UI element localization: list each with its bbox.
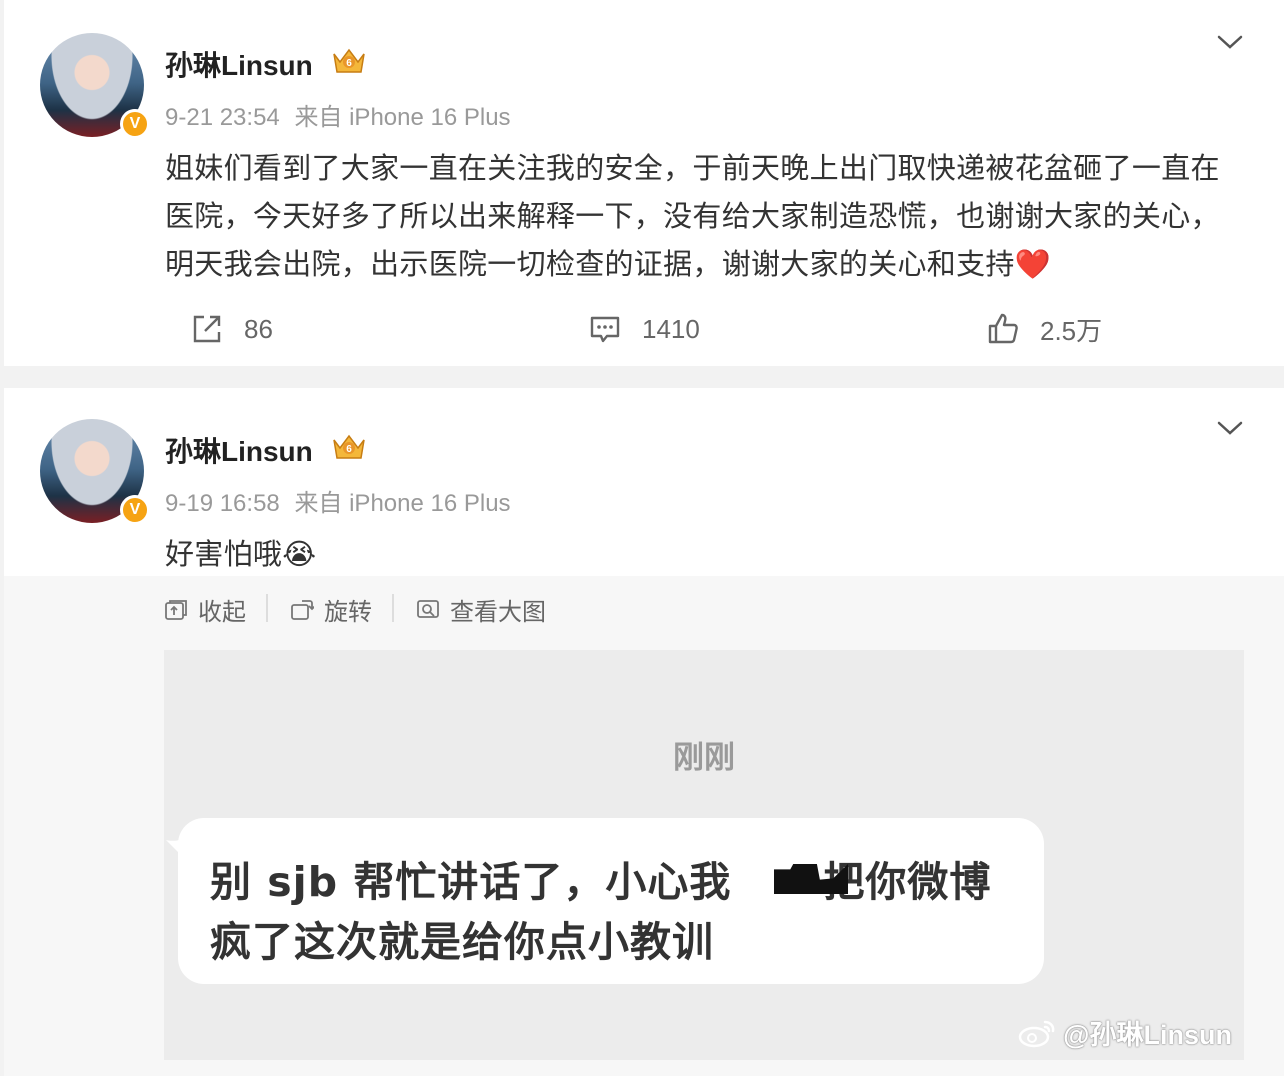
username[interactable]: 孙琳Linsun <box>165 430 313 470</box>
post-meta: 9-21 23:54 来自 iPhone 16 Plus <box>165 97 511 132</box>
view-large-label: 查看大图 <box>450 598 546 626</box>
rotate-label: 旋转 <box>324 598 372 626</box>
repost-count: 86 <box>244 313 273 344</box>
message-bubble: 别 sjb 帮忙讲话了，小心我 把你微博 疯了这次就是给你点小教训 <box>178 818 1044 984</box>
content-line: 医院，今天好多了所以出来解释一下，没有给大家制造恐慌，也谢谢大家的关心， <box>165 199 1220 233</box>
post-source: 来自 iPhone 16 Plus <box>294 490 511 517</box>
post-card-2: V 孙琳Linsun 6 9-19 16:58 来自 iPhone 16 Plu… <box>4 388 1284 1076</box>
post-source: 来自 iPhone 16 Plus <box>294 104 511 131</box>
vip-level: 6 <box>346 444 352 455</box>
like-button[interactable]: 2.5万 <box>986 306 1102 352</box>
message-line-1: 别 sjb 帮忙讲话了，小心我 把你微博 <box>210 848 991 908</box>
verified-badge: V <box>120 495 150 525</box>
avatar[interactable]: V <box>40 33 150 139</box>
weibo-logo-icon <box>1018 1020 1055 1047</box>
rotate-button[interactable]: 旋转 <box>290 592 372 627</box>
repost-button[interactable]: 86 <box>190 306 273 352</box>
post-card-1: V 孙琳Linsun 6 9-21 23:54 来自 iPhone 16 Plu… <box>4 0 1284 366</box>
message-text: 别 sjb 帮忙讲话了，小心我 <box>210 858 732 906</box>
post-content: 好害怕哦😭 <box>165 537 317 571</box>
vip-level: 6 <box>346 58 352 69</box>
watermark-text: @孙琳Linsun <box>1063 1020 1232 1050</box>
view-large-button[interactable]: 查看大图 <box>416 592 546 627</box>
vip-crown-icon[interactable]: 6 <box>330 430 368 462</box>
rotate-icon <box>291 599 314 620</box>
content-line: 姐妹们看到了大家一直在关注我的安全，于前天晚上出门取快递被花盆砸了一直在 <box>165 151 1220 185</box>
collapse-label: 收起 <box>198 598 246 626</box>
image-watermark: @孙琳Linsun <box>1017 1013 1232 1052</box>
message-text: 把你微博 <box>823 858 992 906</box>
username[interactable]: 孙琳Linsun <box>165 44 313 84</box>
comment-icon <box>590 316 620 343</box>
collapse-icon <box>165 599 187 620</box>
comment-button[interactable]: 1410 <box>588 306 700 352</box>
like-count: 2.5万 <box>1040 315 1103 346</box>
divider <box>266 594 268 622</box>
content-line: 明天我会出院，出示医院一切检查的证据，谢谢大家的关心和支持❤️ <box>165 247 1052 281</box>
media-toolbar: 收起 旋转 查看大图 <box>4 578 1284 638</box>
action-bar: 86 1410 2.5万 <box>4 306 1284 352</box>
divider <box>392 594 394 622</box>
repost-icon <box>193 315 221 343</box>
collapse-button[interactable]: 收起 <box>164 592 246 627</box>
post-meta: 9-19 16:58 来自 iPhone 16 Plus <box>165 483 511 518</box>
timestamp[interactable]: 9-21 23:54 <box>165 104 280 131</box>
verified-badge: V <box>120 109 150 139</box>
image-time-label: 刚刚 <box>673 740 735 776</box>
chevron-down-icon[interactable] <box>1216 32 1244 52</box>
avatar[interactable]: V <box>40 419 150 525</box>
message-line-2: 疯了这次就是给你点小教训 <box>210 918 714 966</box>
chevron-down-icon[interactable] <box>1216 418 1244 438</box>
post-image[interactable]: 刚刚 别 sjb 帮忙讲话了，小心我 把你微博 疯了这次就是给你点小教训 @孙琳L… <box>164 650 1244 1060</box>
like-icon <box>988 313 1018 344</box>
view-large-icon <box>417 599 439 618</box>
timestamp[interactable]: 9-19 16:58 <box>165 490 280 517</box>
vip-crown-icon[interactable]: 6 <box>330 44 368 76</box>
post-content: 姐妹们看到了大家一直在关注我的安全，于前天晚上出门取快递被花盆砸了一直在 医院，… <box>165 144 1248 288</box>
comment-count: 1410 <box>642 313 700 344</box>
